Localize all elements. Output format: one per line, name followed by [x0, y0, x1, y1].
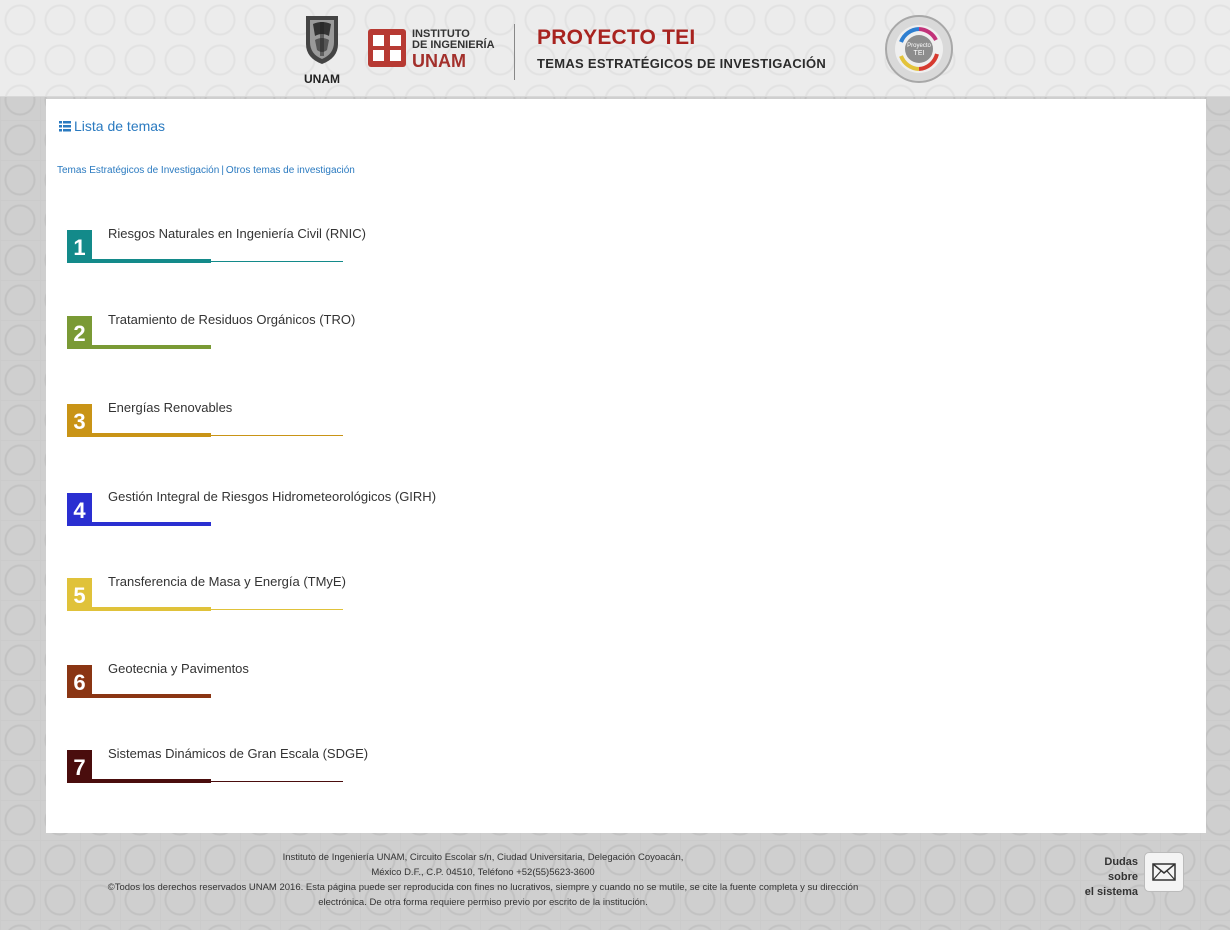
topic-item-girh[interactable]: 4 Gestión Integral de Riesgos Hidrometeo… [67, 488, 436, 530]
topic-underline [67, 607, 211, 611]
unam-shield-icon [306, 16, 338, 64]
contact-label-line2: el sistema [1084, 886, 1138, 898]
svg-text:TEI: TEI [914, 50, 925, 57]
header-divider [514, 24, 515, 80]
footer-rights-line1: ©Todos los derechos reservados UNAM 2016… [107, 882, 859, 893]
topic-underline-thin [211, 609, 343, 610]
unam-logo-text: UNAM [304, 72, 340, 86]
topic-underline-thin [211, 261, 343, 262]
topic-item-sdge[interactable]: 7 Sistemas Dinámicos de Gran Escala (SDG… [67, 745, 368, 787]
topic-item-tmye[interactable]: 5 Transferencia de Masa y Energía (TMyE) [67, 573, 346, 615]
contact-label: Dudas sobre el sistema [1072, 855, 1138, 900]
other-topics-link[interactable]: Otros temas de investigación [226, 165, 355, 176]
topic-underline [67, 259, 211, 263]
topic-underline [67, 433, 211, 437]
project-title: PROYECTO TEI [537, 26, 696, 49]
topic-label: Riesgos Naturales en Ingeniería Civil (R… [108, 226, 366, 241]
ii-logo-line2: DE INGENIERÍA [412, 39, 495, 51]
proyecto-tei-badge[interactable]: Proyecto TEI [884, 14, 954, 84]
topic-label: Gestión Integral de Riesgos Hidrometeoro… [108, 489, 437, 504]
site-header: UNAM INSTITUTO DE INGENIERÍA UNAM PROYEC… [0, 0, 1230, 97]
topics-panel: Lista de temas Temas Estratégicos de Inv… [46, 99, 1206, 833]
unam-logo[interactable]: UNAM [297, 14, 347, 90]
topic-label: Transferencia de Masa y Energía (TMyE) [108, 574, 346, 589]
footer-address-line2: México D.F., C.P. 04510, Teléfono +52(55… [371, 867, 595, 878]
topic-label: Energías Renovables [108, 400, 233, 415]
svg-text:Proyecto: Proyecto [907, 43, 931, 49]
project-subtitle: TEMAS ESTRATÉGICOS DE INVESTIGACIÓN [537, 56, 827, 71]
topic-label: Tratamiento de Residuos Orgánicos (TRO) [108, 312, 356, 327]
footer-legal-text: Instituto de Ingeniería UNAM, Circuito E… [58, 850, 908, 910]
mail-icon [1152, 863, 1176, 881]
mail-button[interactable] [1144, 852, 1184, 892]
instituto-ingenieria-logo[interactable]: INSTITUTO DE INGENIERÍA UNAM [368, 27, 498, 77]
list-of-topics-link[interactable]: Lista de temas [59, 118, 165, 134]
tei-topics-link[interactable]: Temas Estratégicos de Investigación [57, 165, 219, 176]
topic-underline [67, 345, 211, 349]
topic-item-rnic[interactable]: 1 Riesgos Naturales en Ingeniería Civil … [67, 225, 366, 267]
topic-category-nav: Temas Estratégicos de Investigación | Otro… [57, 165, 355, 176]
footer-rights-line2: electrónica. De otra forma requiere perm… [318, 897, 648, 908]
ii-logo-line3: UNAM [412, 51, 466, 71]
topic-underline [67, 522, 211, 526]
ii-mark-icon [368, 29, 406, 67]
topic-item-tro[interactable]: 2 Tratamiento de Residuos Orgánicos (TRO… [67, 311, 355, 353]
subnav-separator: | [221, 165, 224, 176]
topic-underline-thin [211, 781, 343, 782]
topic-item-geotecnia[interactable]: 6 Geotecnia y Pavimentos [67, 660, 343, 702]
topic-underline-thin [211, 435, 343, 436]
topic-item-energias[interactable]: 3 Energías Renovables [67, 399, 343, 441]
contact-label-line1: Dudas sobre [1104, 856, 1138, 883]
footer-address-line1: Instituto de Ingeniería UNAM, Circuito E… [282, 852, 684, 863]
list-of-topics-label: Lista de temas [74, 118, 166, 134]
topic-underline [67, 694, 211, 698]
topic-label: Geotecnia y Pavimentos [108, 661, 249, 676]
topic-label: Sistemas Dinámicos de Gran Escala (SDGE) [108, 746, 369, 761]
topic-underline [67, 779, 211, 783]
list-icon [59, 120, 71, 131]
contact-support-button[interactable]: Dudas sobre el sistema [1072, 852, 1188, 898]
